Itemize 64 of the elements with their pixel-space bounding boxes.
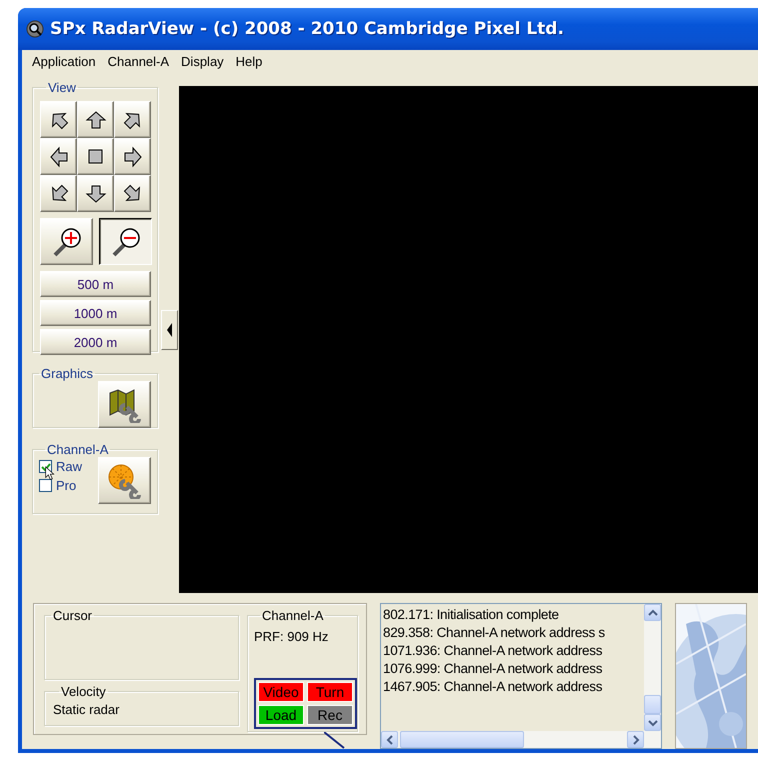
status-indicator: Turn (307, 682, 353, 702)
log-line: 829.358: Channel-A network address s (383, 624, 606, 642)
triangle-icon (167, 323, 172, 337)
scroll-down-icon[interactable] (648, 718, 658, 726)
pan-button[interactable] (40, 138, 77, 175)
square-icon (88, 149, 103, 164)
velocity-value: Static radar (53, 702, 120, 718)
pan-button[interactable] (114, 138, 151, 175)
status-indicator: Load (258, 705, 304, 725)
zoom-button[interactable] (99, 218, 152, 265)
group-title: Channel-A (46, 442, 110, 457)
arrow-icon (48, 146, 70, 168)
menu-item[interactable]: Channel-A (104, 52, 178, 70)
status-indicator: Video (258, 682, 304, 702)
pan-button[interactable] (114, 175, 151, 212)
range-button[interactable]: 2000 m (40, 329, 151, 355)
collapse-button[interactable] (161, 310, 178, 350)
arrow-icon (122, 146, 144, 168)
checkbox-label: Pro (56, 478, 76, 493)
menu-item[interactable]: Display (177, 52, 232, 70)
app-icon (26, 20, 44, 38)
range-button[interactable]: 500 m (40, 271, 151, 297)
group-title: Cursor (52, 608, 94, 623)
log-line: 1076.999: Channel-A network address (383, 660, 604, 678)
log-line: 802.171: Initialisation complete (383, 606, 560, 624)
pan-button[interactable] (77, 175, 114, 212)
scroll-up-button[interactable] (644, 604, 661, 621)
prf-value: PRF: 909 Hz (254, 629, 330, 644)
scroll-thumb[interactable] (400, 731, 524, 748)
leader-line (324, 732, 346, 750)
radar-wrench-icon (106, 462, 142, 498)
channel-settings-button[interactable] (98, 457, 151, 504)
range-button[interactable]: 1000 m (40, 300, 151, 326)
checkbox[interactable] (39, 479, 52, 492)
menu-item[interactable]: Application (28, 52, 104, 70)
scroll-up-icon[interactable] (648, 608, 658, 616)
log-line: 1071.936: Channel-A network address (383, 642, 604, 660)
vertical-scrollbar[interactable] (644, 604, 661, 731)
pan-button[interactable] (77, 101, 114, 138)
pan-button[interactable] (77, 138, 114, 175)
mouse-pointer-icon (45, 466, 55, 481)
pan-button[interactable] (40, 175, 77, 212)
pan-button[interactable] (114, 101, 151, 138)
map-wrench-icon (106, 386, 142, 422)
menu-item[interactable]: Help (232, 52, 270, 70)
group-title: View (47, 80, 77, 95)
status-indicator: Rec (307, 705, 353, 725)
group-title: Channel-A (261, 608, 324, 623)
group-title: Velocity (60, 684, 107, 700)
scroll-right-button[interactable] (627, 731, 644, 748)
scroll-thumb[interactable] (644, 695, 661, 714)
graphics-settings-button[interactable] (98, 381, 151, 428)
horizontal-scrollbar[interactable] (381, 731, 644, 748)
pan-button[interactable] (40, 101, 77, 138)
scroll-left-button[interactable] (381, 731, 398, 748)
arrow-icon (84, 108, 106, 130)
scroll-right-icon[interactable] (632, 734, 640, 744)
log-line: 1467.905: Channel-A network address (383, 678, 604, 696)
scroll-left-icon[interactable] (386, 734, 394, 744)
checkbox-label: Raw (56, 459, 82, 474)
scroll-down-button[interactable] (644, 714, 661, 731)
group-title: Graphics (40, 366, 94, 381)
arrow-icon (84, 182, 106, 204)
window-title: SPx RadarView - (c) 2008 - 2010 Cambridge Pixel Ltd. (50, 19, 564, 39)
